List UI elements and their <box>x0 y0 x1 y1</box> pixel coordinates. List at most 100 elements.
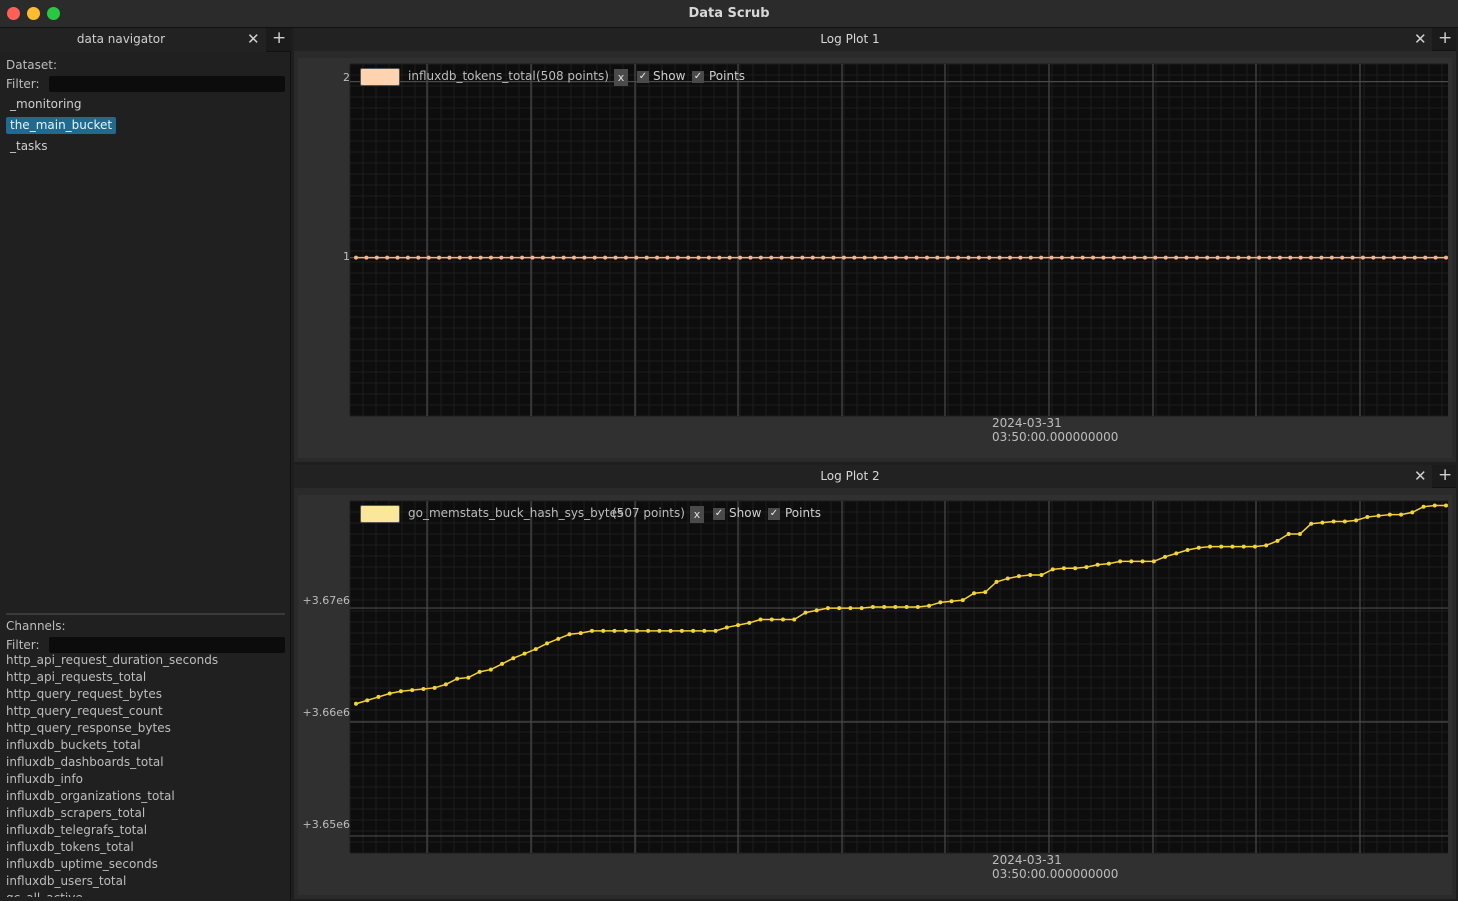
channel-item[interactable]: http_query_response_bytes <box>6 720 285 737</box>
data-point <box>533 647 538 652</box>
channels-label: Channels: <box>6 619 66 633</box>
dataset-item[interactable]: _tasks <box>6 138 52 155</box>
y-tick-label: 1 <box>343 250 350 263</box>
x-axis-date-label: 2024-03-31 03:50:00.000000000 <box>992 416 1118 444</box>
data-point <box>499 255 504 260</box>
data-point <box>1122 255 1127 260</box>
data-point <box>769 617 774 622</box>
data-point <box>994 579 999 584</box>
data-point <box>945 255 950 260</box>
data-point <box>800 255 805 260</box>
data-point <box>1205 255 1210 260</box>
data-point <box>686 255 691 260</box>
navigator-tab[interactable]: data navigator ✕ <box>0 28 266 52</box>
channel-item[interactable]: influxdb_dashboards_total <box>6 754 285 771</box>
data-point <box>1061 566 1066 571</box>
data-point <box>987 255 992 260</box>
channel-item[interactable]: http_api_request_duration_seconds <box>6 652 285 669</box>
plot-pane-1: Log Plot 1 ✕ + 2 1 influxdb_tokens_total… <box>294 28 1456 462</box>
data-point <box>935 255 940 260</box>
data-point <box>1376 513 1381 518</box>
close-plot-1-icon[interactable]: ✕ <box>1414 32 1427 47</box>
channel-item[interactable]: influxdb_buckets_total <box>6 737 285 754</box>
data-point <box>976 255 981 260</box>
data-point <box>468 255 473 260</box>
data-point <box>927 603 932 608</box>
plot-2-canvas[interactable] <box>298 495 1452 895</box>
data-point <box>668 628 673 633</box>
points-checkbox[interactable]: ✓ <box>692 71 704 83</box>
data-point <box>810 255 815 260</box>
channel-item[interactable]: qc_all_active <box>6 890 285 897</box>
close-navigator-tab-icon[interactable]: ✕ <box>247 32 260 47</box>
channel-item[interactable]: influxdb_tokens_total <box>6 839 285 856</box>
data-point <box>821 255 826 260</box>
dataset-filter-label: Filter: <box>6 77 40 91</box>
channel-item[interactable]: influxdb_telegrafs_total <box>6 822 285 839</box>
data-point <box>634 255 639 260</box>
data-point <box>395 255 400 260</box>
data-point <box>455 676 460 681</box>
dataset-item[interactable]: _monitoring <box>6 96 86 113</box>
x-axis-date-label: 2024-03-31 03:50:00.000000000 <box>992 853 1118 881</box>
data-point <box>655 255 660 260</box>
data-point <box>915 604 920 609</box>
dataset-item-selected[interactable]: the_main_bucket <box>6 117 117 134</box>
data-point <box>1184 255 1189 260</box>
data-point <box>1163 554 1168 559</box>
data-point <box>1331 519 1336 524</box>
data-point <box>983 590 988 595</box>
channels-filter-input[interactable] <box>49 637 285 653</box>
data-point <box>1342 519 1347 524</box>
channel-item[interactable]: influxdb_uptime_seconds <box>6 856 285 873</box>
data-point <box>437 255 442 260</box>
data-point <box>1028 255 1033 260</box>
channels-filter-label: Filter: <box>6 638 40 652</box>
data-point <box>747 620 752 625</box>
data-point <box>644 255 649 260</box>
points-checkbox[interactable]: ✓ <box>768 508 780 520</box>
channel-item[interactable]: http_query_request_bytes <box>6 686 285 703</box>
close-plot-2-icon[interactable]: ✕ <box>1414 469 1427 484</box>
series-color-swatch[interactable] <box>360 505 400 523</box>
plot-1-canvas[interactable] <box>298 58 1452 458</box>
dataset-filter-input[interactable] <box>49 76 285 92</box>
plot-2-area[interactable]: +3.67e6 +3.66e6 +3.65e6 go_memstats_buck… <box>298 495 1452 895</box>
data-point <box>488 667 493 672</box>
plot-1-tab[interactable]: Log Plot 1 ✕ <box>294 28 1432 51</box>
channel-item[interactable]: influxdb_organizations_total <box>6 788 285 805</box>
plot-2-tab[interactable]: Log Plot 2 ✕ <box>294 465 1432 488</box>
data-point <box>949 599 954 604</box>
add-plot-tab-icon[interactable]: + <box>1438 30 1452 47</box>
data-point <box>374 255 379 260</box>
channel-item[interactable]: influxdb_scrapers_total <box>6 805 285 822</box>
data-point <box>1050 567 1055 572</box>
show-checkbox[interactable]: ✓ <box>637 71 649 83</box>
data-point <box>1392 255 1397 260</box>
data-point <box>1444 255 1448 260</box>
data-point <box>1215 255 1220 260</box>
remove-series-button[interactable]: x <box>690 506 704 523</box>
add-plot-tab-icon[interactable]: + <box>1438 467 1452 484</box>
data-point <box>457 255 462 260</box>
data-point <box>1084 565 1089 570</box>
data-point <box>509 255 514 260</box>
data-point <box>870 604 875 609</box>
data-point <box>540 255 545 260</box>
plot-1-area[interactable]: 2 1 influxdb_tokens_total (508 points) x… <box>298 58 1452 458</box>
data-point <box>1354 518 1359 523</box>
show-checkbox[interactable]: ✓ <box>713 508 725 520</box>
add-tab-icon[interactable]: + <box>272 30 286 47</box>
channel-item[interactable]: influxdb_users_total <box>6 873 285 890</box>
remove-series-button[interactable]: x <box>614 69 628 86</box>
data-point <box>790 255 794 260</box>
data-point <box>646 628 651 633</box>
channel-item[interactable]: influxdb_info <box>6 771 285 788</box>
series-color-swatch[interactable] <box>360 68 400 86</box>
channel-item[interactable]: http_query_request_count <box>6 703 285 720</box>
panel-splitter[interactable] <box>6 613 285 615</box>
channel-item[interactable]: http_api_requests_total <box>6 669 285 686</box>
data-point <box>443 682 448 687</box>
data-point <box>1350 255 1355 260</box>
data-point <box>488 255 493 260</box>
